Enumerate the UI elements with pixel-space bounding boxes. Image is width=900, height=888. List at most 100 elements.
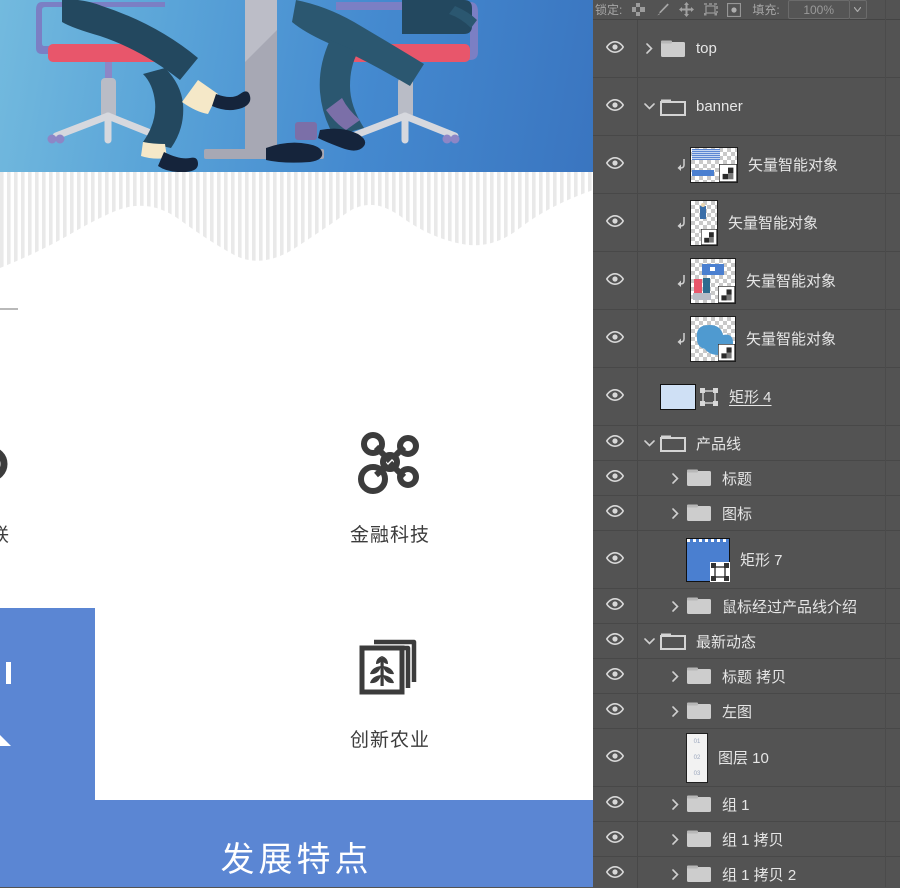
layer-thumbnail[interactable]: [690, 315, 736, 362]
layer-name[interactable]: 标题: [722, 468, 752, 489]
layer-row-body[interactable]: 矢量智能对象: [638, 310, 900, 367]
layer-thumbnail[interactable]: [686, 794, 712, 814]
layer-visibility-toggle[interactable]: [593, 426, 638, 460]
layer-visibility-toggle[interactable]: [593, 659, 638, 693]
layer-thumbnail[interactable]: [686, 829, 712, 849]
layer-visibility-toggle[interactable]: [593, 624, 638, 658]
layer-name[interactable]: 组 1 拷贝: [722, 829, 784, 850]
layer-name[interactable]: 矢量智能对象: [748, 154, 838, 175]
layer-row[interactable]: 组 1: [593, 787, 900, 822]
layer-row[interactable]: 矩形 7: [593, 531, 900, 589]
layer-visibility-toggle[interactable]: [593, 252, 638, 309]
layer-visibility-toggle[interactable]: [593, 461, 638, 495]
layer-row[interactable]: 最新动态: [593, 624, 900, 659]
chevron-right-icon[interactable]: [664, 868, 686, 880]
layer-visibility-toggle[interactable]: [593, 787, 638, 821]
layer-list[interactable]: top banner 矢量智能对象 矢量智能对象 矢量智能对象 矢量智能对象 矩形 4 产品线…: [593, 20, 900, 888]
layer-row-body[interactable]: 组 1 拷贝 2: [638, 857, 900, 888]
layer-row-body[interactable]: 左图: [638, 694, 900, 728]
layer-row[interactable]: 组 1 拷贝 2: [593, 857, 900, 888]
layer-name[interactable]: 图标: [722, 503, 752, 524]
layer-name[interactable]: top: [696, 40, 717, 57]
layer-row-body[interactable]: 图标: [638, 496, 900, 530]
fill-value-field[interactable]: 100%: [787, 0, 850, 19]
product-cell-agriculture[interactable]: 创新农业: [290, 625, 490, 752]
layer-row-body[interactable]: 矢量智能对象: [638, 252, 900, 309]
layer-thumbnail[interactable]: [690, 199, 718, 246]
layer-thumbnail[interactable]: [686, 666, 712, 686]
layer-name[interactable]: banner: [696, 98, 743, 115]
layer-row-body[interactable]: 矩形 4: [638, 368, 900, 425]
layer-visibility-toggle[interactable]: [593, 531, 638, 588]
layer-thumbnail[interactable]: [660, 383, 719, 410]
layer-row[interactable]: 产品线: [593, 426, 900, 461]
layer-thumbnail[interactable]: [686, 468, 712, 488]
layer-visibility-toggle[interactable]: [593, 310, 638, 367]
layer-row[interactable]: 矢量智能对象: [593, 310, 900, 368]
layer-visibility-toggle[interactable]: [593, 589, 638, 623]
chevron-right-icon[interactable]: [664, 600, 686, 612]
chevron-right-icon[interactable]: [664, 833, 686, 845]
layer-name[interactable]: 鼠标经过产品线介绍: [722, 596, 857, 617]
layer-visibility-toggle[interactable]: [593, 20, 638, 77]
chevron-right-icon[interactable]: [664, 507, 686, 519]
document-canvas[interactable]: 联 金融科技: [0, 0, 593, 887]
layer-row-body[interactable]: 组 1 拷贝: [638, 822, 900, 856]
chevron-down-icon[interactable]: [638, 439, 660, 447]
product-cell-fintech[interactable]: 金融科技: [290, 420, 490, 547]
layer-visibility-toggle[interactable]: [593, 136, 638, 193]
layer-name[interactable]: 图层 10: [718, 747, 769, 768]
layer-row[interactable]: 标题: [593, 461, 900, 496]
layer-visibility-toggle[interactable]: [593, 496, 638, 530]
layer-row[interactable]: 01 02 03 图层 10: [593, 729, 900, 787]
layer-row[interactable]: 矢量智能对象: [593, 136, 900, 194]
chevron-right-icon[interactable]: [664, 472, 686, 484]
chevron-right-icon[interactable]: [638, 43, 660, 54]
layer-row-body[interactable]: 01 02 03 图层 10: [638, 729, 900, 786]
layer-row[interactable]: top: [593, 20, 900, 78]
layer-visibility-toggle[interactable]: [593, 822, 638, 856]
chevron-down-icon[interactable]: [849, 0, 867, 19]
layer-row[interactable]: 图标: [593, 496, 900, 531]
layer-thumbnail[interactable]: [686, 701, 712, 721]
layer-thumbnail[interactable]: [686, 864, 712, 884]
layer-name[interactable]: 矩形 4: [729, 386, 772, 407]
chevron-right-icon[interactable]: [664, 670, 686, 682]
layer-thumbnail[interactable]: [690, 146, 738, 183]
layer-lock-toolbar[interactable]: 锁定: 填充: 100%: [593, 0, 900, 20]
lock-artboard-nesting-icon[interactable]: [698, 0, 722, 19]
layer-row-body[interactable]: 标题 拷贝: [638, 659, 900, 693]
layer-name[interactable]: 矢量智能对象: [746, 270, 836, 291]
layers-panel[interactable]: 锁定: 填充: 100% top banner 矢量智能对象 矢量智能对象 矢量…: [593, 0, 900, 888]
lock-image-pixels-icon[interactable]: [650, 0, 674, 19]
layer-name[interactable]: 产品线: [696, 433, 741, 454]
layer-row-body[interactable]: top: [638, 20, 900, 77]
chevron-down-icon[interactable]: [638, 637, 660, 645]
layer-thumbnail[interactable]: [686, 503, 712, 523]
layer-thumbnail[interactable]: [660, 631, 686, 651]
layer-row-body[interactable]: 矢量智能对象: [638, 194, 900, 251]
layer-name[interactable]: 左图: [722, 701, 752, 722]
layer-name[interactable]: 矢量智能对象: [728, 212, 818, 233]
layer-row[interactable]: 左图: [593, 694, 900, 729]
layer-row[interactable]: 矩形 4: [593, 368, 900, 426]
layer-row[interactable]: 矢量智能对象: [593, 252, 900, 310]
lock-all-icon[interactable]: [722, 0, 746, 19]
layer-name[interactable]: 组 1: [722, 794, 750, 815]
layer-row[interactable]: 矢量智能对象: [593, 194, 900, 252]
layer-name[interactable]: 矢量智能对象: [746, 328, 836, 349]
layer-thumbnail[interactable]: [690, 257, 736, 304]
layer-row-body[interactable]: 产品线: [638, 426, 900, 460]
layer-thumbnail[interactable]: [686, 596, 712, 616]
layer-row[interactable]: 组 1 拷贝: [593, 822, 900, 857]
layer-visibility-toggle[interactable]: [593, 368, 638, 425]
layer-visibility-toggle[interactable]: [593, 694, 638, 728]
layer-row-body[interactable]: 组 1: [638, 787, 900, 821]
chevron-right-icon[interactable]: [664, 798, 686, 810]
layer-row-body[interactable]: 矢量智能对象: [638, 136, 900, 193]
layer-thumbnail[interactable]: [686, 537, 730, 582]
layer-thumbnail[interactable]: [660, 97, 686, 117]
layer-row[interactable]: 标题 拷贝: [593, 659, 900, 694]
layer-visibility-toggle[interactable]: [593, 729, 638, 786]
layer-name[interactable]: 矩形 7: [740, 549, 783, 570]
